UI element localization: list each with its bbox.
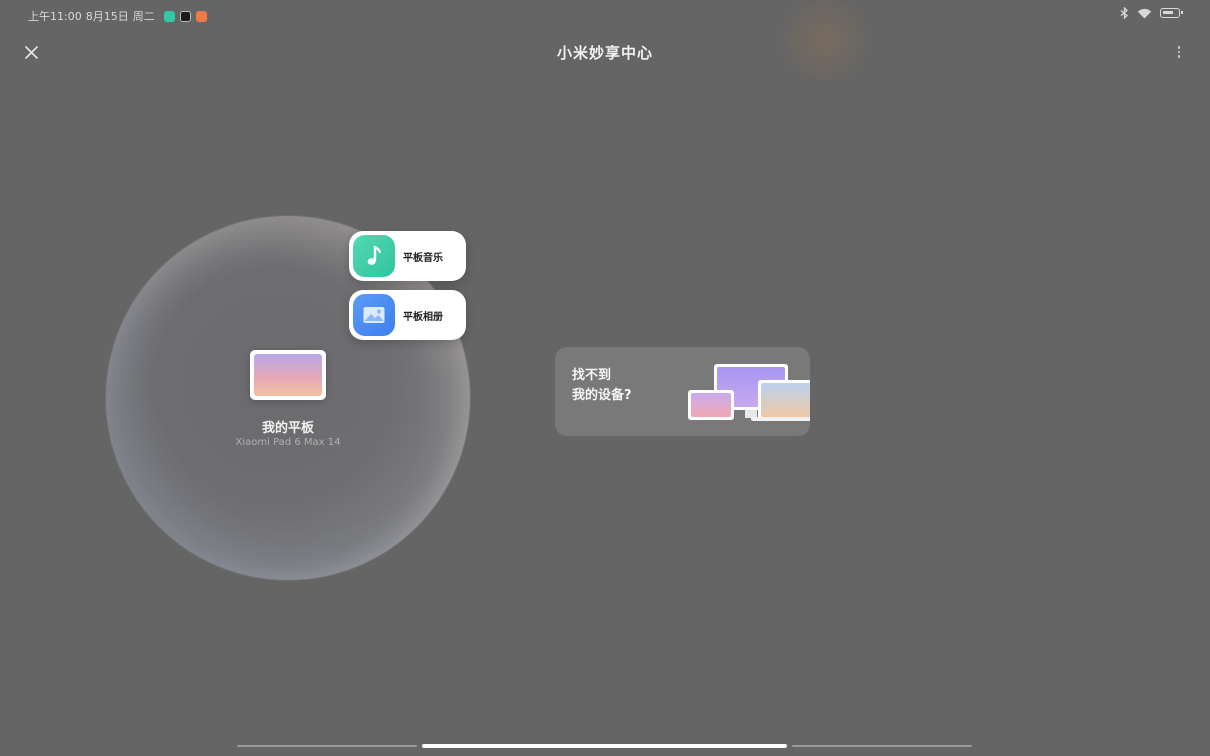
status-date: 8月15日	[85, 10, 129, 23]
tablet-screen	[254, 354, 322, 396]
app-text: 平板音乐	[403, 249, 443, 264]
page-indicator	[0, 744, 1210, 750]
wechat-icon	[163, 10, 175, 22]
tablet-illustration	[688, 390, 734, 420]
app-card-music[interactable]: 平板音乐	[349, 231, 466, 281]
app-text: 平板相册	[403, 308, 443, 323]
app-label: 平板音乐	[403, 252, 443, 264]
more-dot	[1177, 55, 1181, 58]
app-card-album[interactable]: 平板相册	[349, 290, 466, 340]
more-dot	[1177, 50, 1181, 54]
page-title: 小米妙享中心	[556, 44, 653, 62]
tiktok-icon	[179, 10, 191, 22]
photo-album-icon	[353, 294, 395, 336]
more-options-button[interactable]	[1170, 40, 1188, 64]
tablet-illustration-screen	[691, 393, 731, 417]
status-bar: 上午11:00 8月15日 周二	[0, 0, 1210, 30]
more-dot	[1177, 46, 1181, 49]
laptop-illustration	[758, 380, 810, 420]
status-weekday: 周二	[132, 10, 155, 23]
status-time: 上午11:00	[28, 10, 82, 23]
bluetooth-icon	[1120, 7, 1128, 19]
battery-icon	[1160, 8, 1183, 18]
tablet-device-icon[interactable]	[250, 350, 326, 400]
status-text: 上午11:00 8月15日 周二	[28, 8, 159, 24]
help-title-line1: 找不到	[572, 368, 612, 383]
wifi-icon	[1137, 8, 1152, 18]
app-label: 平板相册	[403, 311, 443, 323]
help-title-line2: 我的设备?	[572, 388, 632, 403]
page-indicator-active[interactable]	[422, 744, 787, 748]
orange-app-icon	[195, 10, 207, 22]
status-left: 上午11:00 8月15日 周二	[28, 8, 207, 24]
device-not-found-card[interactable]: 找不到 我的设备?	[555, 347, 810, 436]
status-right	[1120, 7, 1183, 19]
device-model: Xiaomi Pad 6 Max 14	[235, 437, 341, 448]
device-name: 我的平板	[261, 421, 314, 436]
music-note-icon	[353, 235, 395, 277]
page-indicator-segment[interactable]	[237, 745, 417, 747]
page-indicator-segment[interactable]	[792, 745, 972, 747]
laptop-base	[751, 417, 810, 421]
laptop-screen	[761, 383, 810, 417]
